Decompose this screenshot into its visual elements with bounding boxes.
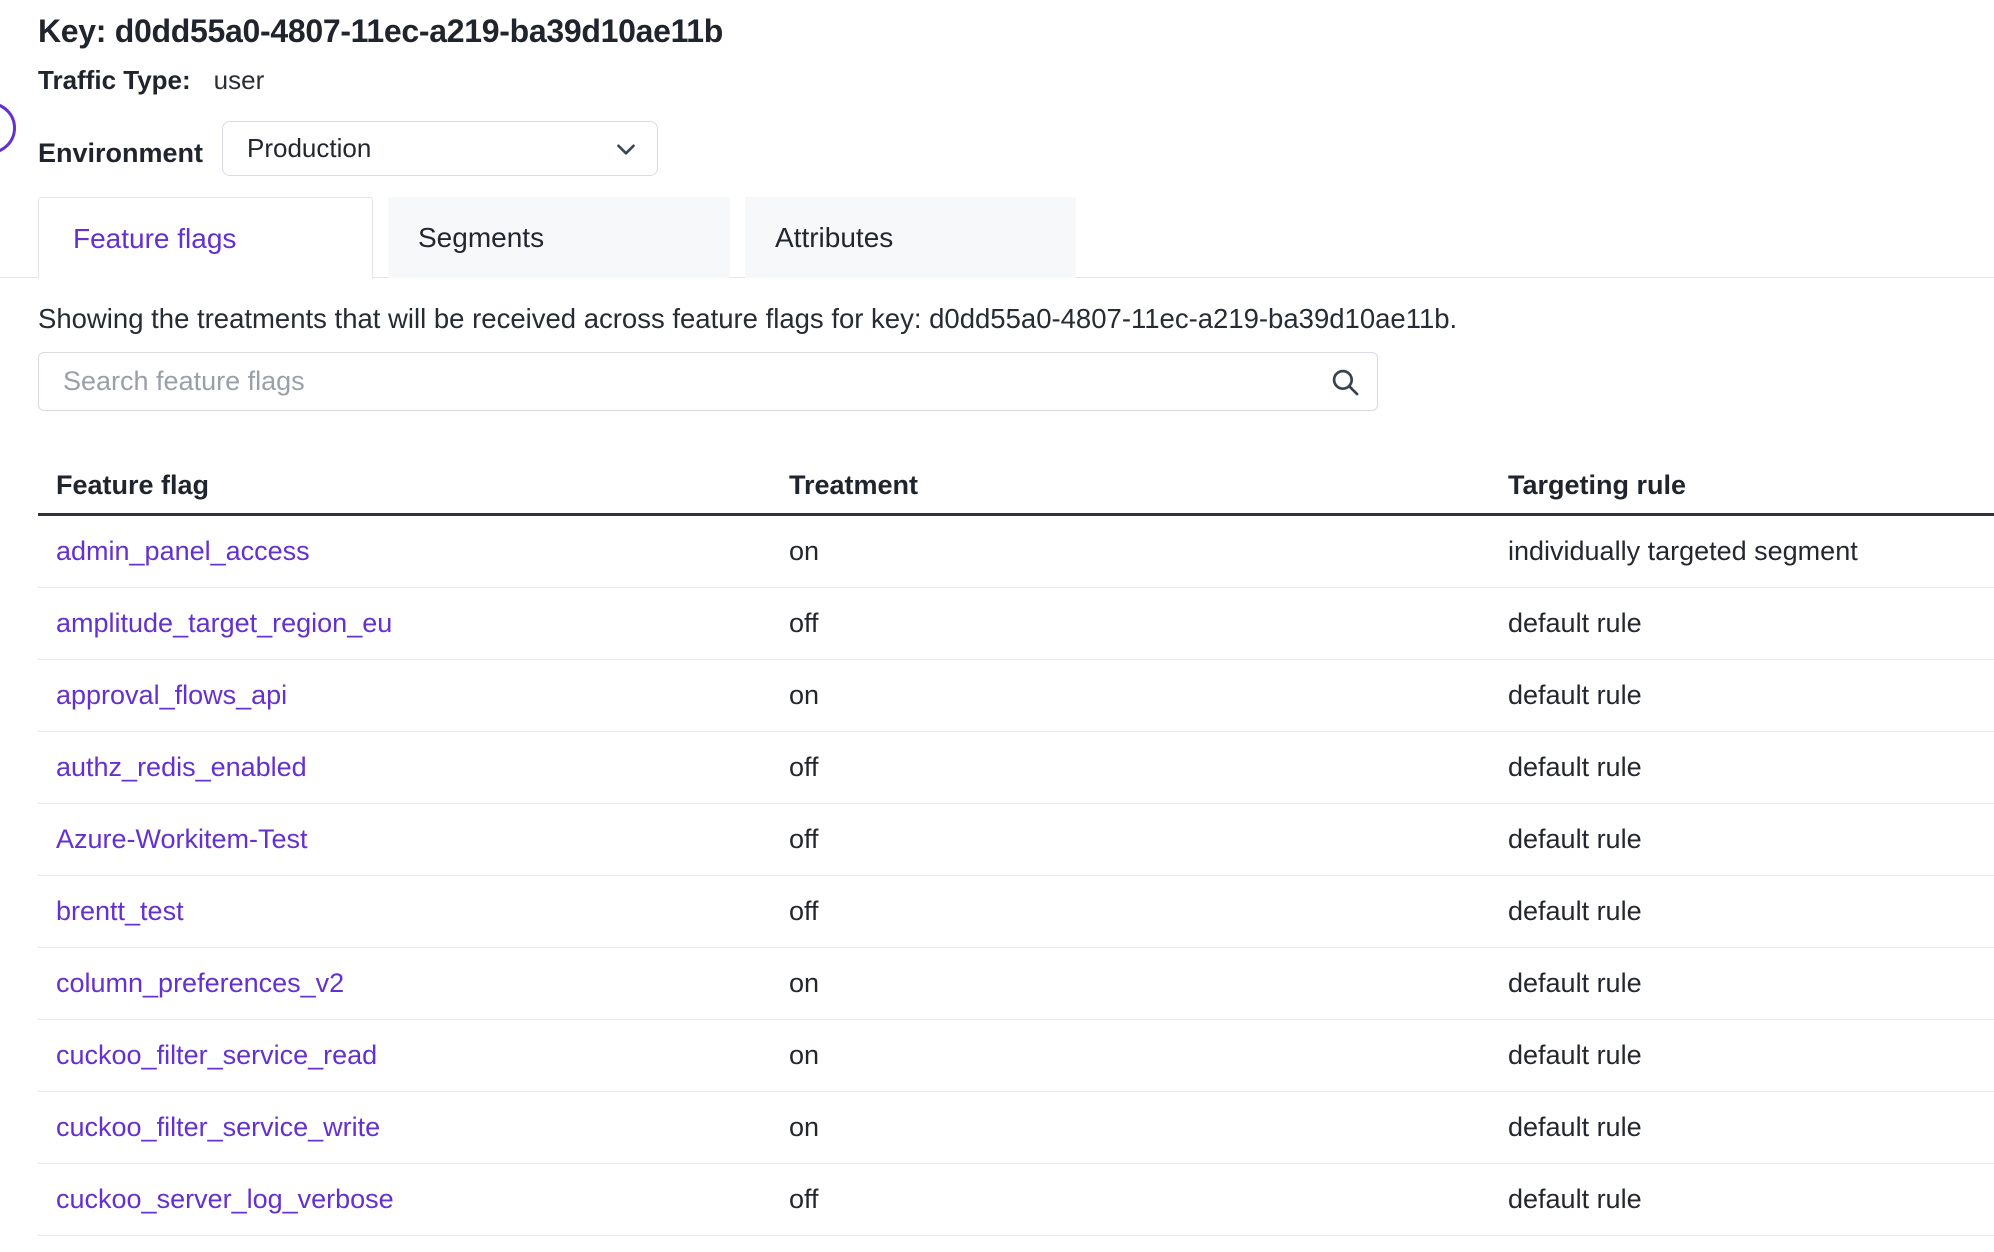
table-row: amplitude_target_region_eu off default r… <box>38 588 1994 660</box>
treatment-cell: off <box>789 752 1508 783</box>
column-header-feature-flag: Feature flag <box>56 470 789 501</box>
key-details-page: ? Key: d0dd55a0-4807-11ec-a219-ba39d10ae… <box>0 0 1994 1252</box>
targeting-rule-cell: default rule <box>1508 608 1994 639</box>
tab-attributes[interactable]: Attributes <box>745 197 1076 278</box>
table-body: admin_panel_access on individually targe… <box>38 516 1994 1236</box>
tab-segments[interactable]: Segments <box>388 197 730 278</box>
treatment-cell: on <box>789 680 1508 711</box>
targeting-rule-cell: default rule <box>1508 1040 1994 1071</box>
table-row: cuckoo_server_log_verbose off default ru… <box>38 1164 1994 1236</box>
treatment-cell: on <box>789 1112 1508 1143</box>
targeting-rule-cell: individually targeted segment <box>1508 536 1994 567</box>
feature-flag-link[interactable]: brentt_test <box>56 896 184 926</box>
feature-flags-table: Feature flag Treatment Targeting rule ad… <box>38 458 1994 1236</box>
traffic-type-label: Traffic Type: <box>38 64 191 96</box>
table-row: approval_flows_api on default rule <box>38 660 1994 732</box>
feature-flag-link[interactable]: admin_panel_access <box>56 536 310 566</box>
environment-row: Environment Production <box>0 121 1994 177</box>
treatments-description: Showing the treatments that will be rece… <box>38 303 1457 335</box>
traffic-type-value: user <box>214 64 265 96</box>
environment-select[interactable]: Production <box>222 121 658 176</box>
targeting-rule-cell: default rule <box>1508 680 1994 711</box>
targeting-rule-cell: default rule <box>1508 968 1994 999</box>
treatment-cell: on <box>789 536 1508 567</box>
treatment-cell: off <box>789 824 1508 855</box>
treatment-cell: off <box>789 608 1508 639</box>
feature-flag-link[interactable]: approval_flows_api <box>56 680 287 710</box>
chevron-down-icon <box>613 136 639 162</box>
search-container <box>38 352 1378 411</box>
environment-selected-value: Production <box>247 133 371 164</box>
search-input[interactable] <box>38 352 1378 411</box>
feature-flag-link[interactable]: cuckoo_server_log_verbose <box>56 1184 394 1214</box>
feature-flag-link[interactable]: Azure-Workitem-Test <box>56 824 308 854</box>
table-row: cuckoo_filter_service_write on default r… <box>38 1092 1994 1164</box>
treatment-cell: off <box>789 896 1508 927</box>
table-row: column_preferences_v2 on default rule <box>38 948 1994 1020</box>
targeting-rule-cell: default rule <box>1508 896 1994 927</box>
feature-flag-link[interactable]: cuckoo_filter_service_write <box>56 1112 380 1142</box>
traffic-type-row: Traffic Type: user <box>38 64 264 96</box>
page-title: Key: d0dd55a0-4807-11ec-a219-ba39d10ae11… <box>38 13 723 50</box>
table-row: Azure-Workitem-Test off default rule <box>38 804 1994 876</box>
column-header-targeting-rule: Targeting rule <box>1508 470 1994 501</box>
tab-bar: Feature flags Segments Attributes <box>0 197 1994 278</box>
table-row: cuckoo_filter_service_read on default ru… <box>38 1020 1994 1092</box>
treatment-cell: off <box>789 1184 1508 1215</box>
table-header-row: Feature flag Treatment Targeting rule <box>38 458 1994 516</box>
tab-feature-flags[interactable]: Feature flags <box>38 197 373 279</box>
table-row: admin_panel_access on individually targe… <box>38 516 1994 588</box>
targeting-rule-cell: default rule <box>1508 752 1994 783</box>
feature-flag-link[interactable]: column_preferences_v2 <box>56 968 344 998</box>
treatment-cell: on <box>789 968 1508 999</box>
feature-flag-link[interactable]: cuckoo_filter_service_read <box>56 1040 377 1070</box>
targeting-rule-cell: default rule <box>1508 1184 1994 1215</box>
treatment-cell: on <box>789 1040 1508 1071</box>
environment-label: Environment <box>38 138 203 169</box>
feature-flag-link[interactable]: amplitude_target_region_eu <box>56 608 392 638</box>
table-row: authz_redis_enabled off default rule <box>38 732 1994 804</box>
feature-flag-link[interactable]: authz_redis_enabled <box>56 752 307 782</box>
targeting-rule-cell: default rule <box>1508 824 1994 855</box>
column-header-treatment: Treatment <box>789 470 1508 501</box>
table-row: brentt_test off default rule <box>38 876 1994 948</box>
targeting-rule-cell: default rule <box>1508 1112 1994 1143</box>
